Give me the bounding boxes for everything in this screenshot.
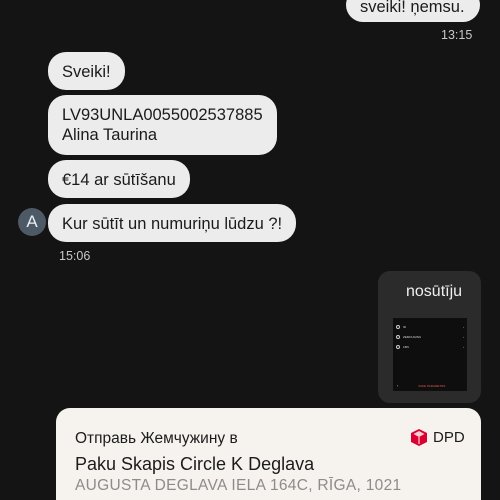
incoming-message-price[interactable]: €14 ar sūtīšanu — [48, 160, 190, 198]
sender-avatar[interactable]: A — [18, 208, 46, 236]
thumbnail-row-text: ZEMCUGINU — [403, 335, 422, 339]
outgoing-message-bubble[interactable]: sveiki! ņemsu. — [346, 0, 480, 22]
incoming-message-question[interactable]: Kur sūtīt un numuriņu lūdzu ?! — [48, 204, 297, 242]
radio-icon — [396, 335, 400, 339]
thumbnail-row-text: LBN — [403, 345, 409, 349]
pickup-point-name: Paku Skapis Circle K Deglava — [75, 454, 315, 474]
message-timestamp: 13:15 — [441, 28, 473, 42]
radio-icon — [396, 345, 400, 349]
image-caption: nosūtīju — [406, 283, 463, 300]
thumbnail-bottom-bar: ‹ SAVE PARAMETRS — [393, 380, 467, 391]
incoming-message-greeting[interactable]: Sveiki! — [48, 52, 125, 90]
thumbnail-row: ID › — [396, 323, 464, 331]
incoming-message-account[interactable]: LV93UNLA0055002537885 Alina Taurina — [48, 95, 277, 155]
outgoing-image-message[interactable]: nosūtīju ID › ZEMCUGINU › LBN › ‹ SAVE P… — [378, 271, 481, 403]
message-text: Sveiki! — [62, 63, 111, 81]
dpd-logo: DPD — [411, 429, 465, 446]
message-text: €14 ar sūtīšanu — [62, 171, 176, 189]
radio-icon — [396, 325, 400, 329]
message-timestamp: 15:06 — [59, 249, 91, 263]
message-text: Kur sūtīt un numuriņu lūdzu ?! — [62, 215, 283, 233]
message-text: sveiki! ņemsu. — [360, 0, 465, 16]
thumbnail-row: ZEMCUGINU › — [396, 333, 464, 341]
account-number: LV93UNLA0055002537885 — [62, 106, 263, 124]
pickup-point-address: AUGUSTA DEGLAVA IELA 164C, RĪGA, 1021 — [75, 477, 402, 494]
avatar-letter: A — [26, 212, 38, 231]
thumbnail-row: LBN › — [396, 343, 464, 351]
dpd-pickup-card[interactable]: Отправь Жемчужину в DPD Paku Skapis Circ… — [56, 408, 481, 500]
chevron-right-icon: › — [463, 335, 464, 339]
dpd-cube-icon — [411, 429, 427, 446]
card-header: Отправь Жемчужину в — [75, 430, 238, 447]
screenshot-thumbnail[interactable]: ID › ZEMCUGINU › LBN › ‹ SAVE PARAMETRS — [393, 318, 467, 391]
thumbnail-row-text: ID — [403, 325, 406, 329]
account-name: Alina Taurina — [62, 126, 158, 144]
chevron-right-icon: › — [463, 345, 464, 349]
thumbnail-cta-text: SAVE PARAMETRS — [418, 383, 446, 388]
back-icon: ‹ — [397, 383, 399, 388]
chevron-right-icon: › — [463, 325, 464, 329]
brand-name: DPD — [433, 429, 465, 446]
